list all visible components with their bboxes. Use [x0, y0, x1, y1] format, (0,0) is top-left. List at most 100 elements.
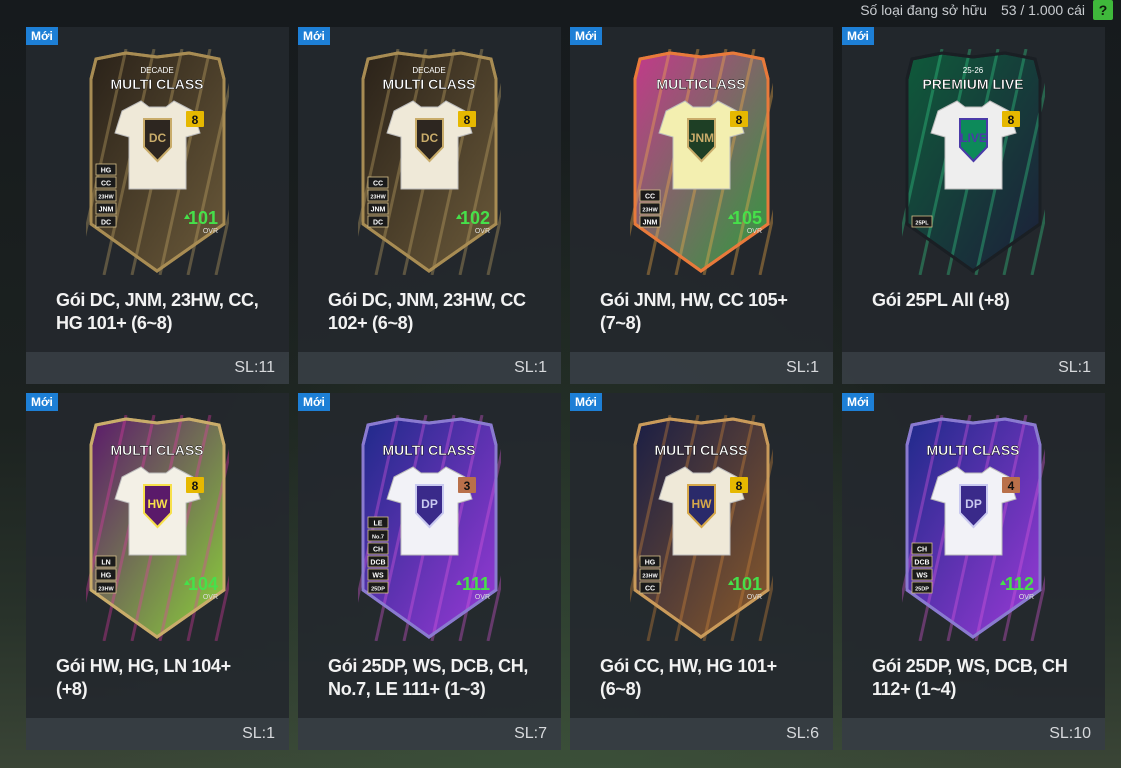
pack-name-line-1: Gói HW, HG, LN 104+	[56, 656, 231, 676]
pack-name: Gói 25DP, WS, DCB, CH, No.7, LE 111+ (1~3…	[328, 655, 548, 701]
class-tag-label: DC	[101, 220, 111, 227]
pack-name-line-1: Gói 25DP, WS, DCB, CH,	[328, 656, 529, 676]
pack-quantity: SL:6	[786, 725, 819, 742]
class-tag-label: WS	[372, 573, 384, 580]
pack-footer: SL:10	[842, 718, 1105, 750]
class-tag-label: CC	[101, 181, 111, 188]
pack-footer: SL:1	[298, 352, 561, 384]
class-tag-label: DC	[373, 220, 383, 227]
pack-card[interactable]: Mới DECADE MULTI CLASS DC 8 CC 23HW JNM DC 102 OVR…	[298, 27, 561, 384]
class-tag-label: 23HW	[642, 208, 658, 214]
pack-name-line-2: (6~8)	[600, 679, 642, 699]
card-title: MULTI CLASS	[382, 76, 475, 92]
card-subtitle: 25-26	[963, 66, 984, 75]
pack-quantity: SL:10	[1049, 725, 1091, 742]
emblem-text: HW	[692, 497, 713, 511]
class-tag-label: 23HW	[98, 195, 114, 201]
pack-card-art: MULTI CLASS DP 3 LE No.7 CH DCB WS 25DP 111 OVR	[358, 415, 501, 641]
pack-name-line-1: Gói CC, HW, HG 101+	[600, 656, 777, 676]
class-tag-label: CC	[373, 181, 383, 188]
pack-card[interactable]: Mới MULTI CLASS HW 8 LN HG 23HW 104 OVR Gói HW, H…	[26, 393, 289, 750]
card-ovr: 101	[188, 208, 218, 228]
ovr-label: OVR	[747, 228, 762, 235]
card-title: MULTI CLASS	[654, 442, 747, 458]
pack-card[interactable]: Mới MULTI CLASS HW 8 HG 23HW CC 101 OVR Gói CC, H…	[570, 393, 833, 750]
card-ovr: 102	[460, 208, 490, 228]
ovr-label: OVR	[203, 594, 218, 601]
card-level: 8	[192, 479, 199, 493]
player-card-image: MULTICLASS JNM 8 CC 23HW JNM 105OVR	[630, 49, 773, 275]
emblem-text: DC	[421, 131, 439, 145]
ovr-label: OVR	[1019, 594, 1034, 601]
player-card-image: MULTI CLASS DP 3 LE No.7 CH DCB WS 25DP 111OVR	[358, 415, 501, 641]
class-tag-label: WS	[916, 573, 928, 580]
pack-card-art: DECADE MULTI CLASS DC 8 HG CC 23HW JNM DC 101 OVR	[86, 49, 229, 275]
card-ovr: 111	[462, 574, 490, 594]
pack-name: Gói JNM, HW, CC 105+ (7~8)	[600, 289, 820, 335]
class-tag-label: No.7	[372, 535, 384, 541]
card-level: 4	[1008, 479, 1015, 493]
pack-name: Gói HW, HG, LN 104+ (+8)	[56, 655, 276, 701]
pack-card-art: 25-26 PREMIUM LIVE LIVE 8 25PL	[902, 49, 1045, 275]
pack-card[interactable]: Mới MULTI CLASS DP 3 LE No.7 CH DCB WS 25DP 111 OVR…	[298, 393, 561, 750]
emblem-text: LIVE	[960, 131, 987, 145]
pack-name: Gói CC, HW, HG 101+ (6~8)	[600, 655, 820, 701]
pack-footer: SL:1	[26, 718, 289, 750]
pack-name-line-2: No.7, LE 111+ (1~3)	[328, 679, 486, 699]
player-card-image: MULTI CLASS HW 8 LN HG 23HW 104OVR	[86, 415, 229, 641]
card-title: MULTI CLASS	[110, 442, 203, 458]
pack-footer: SL:1	[570, 352, 833, 384]
card-ovr: 104	[188, 574, 218, 594]
player-card-image: MULTI CLASS HW 8 HG 23HW CC 101OVR	[630, 415, 773, 641]
ovr-label: OVR	[747, 594, 762, 601]
ovr-label: OVR	[475, 594, 490, 601]
new-badge: Mới	[842, 27, 874, 45]
pack-quantity: SL:1	[242, 725, 275, 742]
card-title: MULTICLASS	[656, 76, 745, 92]
pack-card[interactable]: Mới 25-26 PREMIUM LIVE LIVE 8 25PL Gói 25PL Al…	[842, 27, 1105, 384]
class-tag-label: 25DP	[915, 587, 929, 593]
owned-count-bar: Số loại đang sở hữu 53 / 1.000 cái ?	[860, 0, 1113, 20]
pack-footer: SL:6	[570, 718, 833, 750]
class-tag-label: CH	[373, 547, 383, 554]
card-level: 8	[1008, 113, 1015, 127]
pack-card[interactable]: Mới MULTICLASS JNM 8 CC 23HW JNM 105 OVR Gói JNM,…	[570, 27, 833, 384]
pack-footer: SL:7	[298, 718, 561, 750]
class-tag-label: LN	[101, 560, 110, 567]
new-badge: Mới	[26, 27, 58, 45]
card-ovr: 101	[732, 574, 762, 594]
class-tag-label: 23HW	[370, 195, 386, 201]
new-badge: Mới	[570, 393, 602, 411]
pack-name: Gói 25DP, WS, DCB, CH 112+ (1~4)	[872, 655, 1092, 701]
pack-name-line-2: 102+ (6~8)	[328, 313, 414, 333]
pack-name-line-2: HG 101+ (6~8)	[56, 313, 173, 333]
card-title: MULTI CLASS	[382, 442, 475, 458]
card-ovr: 105	[732, 208, 762, 228]
class-tag-label: CH	[917, 547, 927, 554]
pack-name-line-1: Gói DC, JNM, 23HW, CC,	[56, 290, 259, 310]
new-badge: Mới	[298, 393, 330, 411]
emblem-text: DP	[421, 497, 438, 511]
class-tag-label: DCB	[914, 560, 929, 567]
pack-name-line-1: Gói DC, JNM, 23HW, CC	[328, 290, 526, 310]
pack-grid: Mới DECADE MULTI CLASS DC 8 HG CC 23HW JNM DC 101 O…	[26, 27, 1105, 750]
emblem-text: JNM	[689, 131, 714, 145]
card-ovr: 112	[1005, 574, 1034, 594]
pack-name-line-1: Gói 25PL All (+8)	[872, 290, 1010, 310]
pack-card-art: DECADE MULTI CLASS DC 8 CC 23HW JNM DC 102 OVR	[358, 49, 501, 275]
help-button[interactable]: ?	[1093, 0, 1113, 20]
class-tag-label: 23HW	[98, 587, 114, 593]
pack-footer: SL:11	[26, 352, 289, 384]
card-subtitle: DECADE	[140, 66, 173, 75]
player-card-image: DECADEMULTI CLASS DC 8 HG CC 23HW JNM DC 101OVR	[86, 49, 229, 275]
pack-card[interactable]: Mới DECADE MULTI CLASS DC 8 HG CC 23HW JNM DC 101 O…	[26, 27, 289, 384]
pack-quantity: SL:7	[514, 725, 547, 742]
class-tag-label: JNM	[371, 207, 386, 214]
class-tag-label: JNM	[99, 207, 114, 214]
class-tag-label: HG	[101, 168, 112, 175]
pack-name-line-1: Gói JNM, HW, CC 105+	[600, 290, 788, 310]
pack-name: Gói DC, JNM, 23HW, CC, HG 101+ (6~8)	[56, 289, 276, 335]
pack-card[interactable]: Mới MULTI CLASS DP 4 CH DCB WS 25DP 112 OVR Gói 25…	[842, 393, 1105, 750]
card-subtitle: DECADE	[412, 66, 445, 75]
new-badge: Mới	[298, 27, 330, 45]
